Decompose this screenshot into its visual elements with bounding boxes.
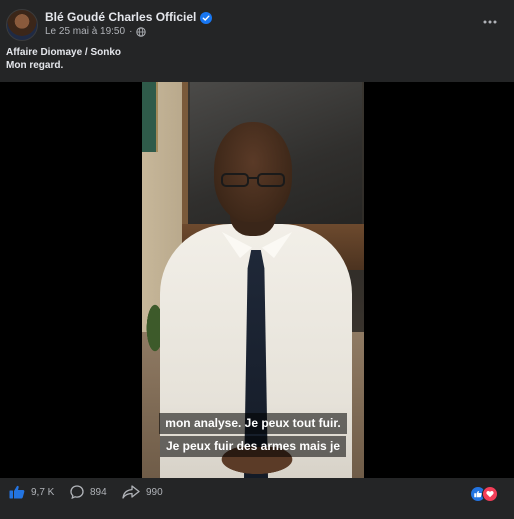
comments-stat[interactable]: 894 [70,485,107,499]
author-name[interactable]: Blé Goudé Charles Officiel [45,10,196,24]
post-meta: Le 25 mai à 19:50 · [45,26,147,37]
verified-badge-icon [200,11,213,24]
globe-icon [136,26,147,37]
comments-count: 894 [90,486,107,498]
post-caption: Affaire Diomaye / Sonko Mon regard. [6,46,121,72]
video-player[interactable]: mon analyse. Je peux tout fuir. Je peux … [0,82,514,478]
post-timestamp[interactable]: Le 25 mai à 19:50 [45,26,125,37]
caption-line-1: Affaire Diomaye / Sonko [6,47,122,58]
author-avatar[interactable] [6,9,38,41]
more-dots-icon [483,20,497,24]
like-thumb-icon [9,485,25,499]
shares-count: 990 [146,486,163,498]
post-header: Blé Goudé Charles Officiel Le 25 mai à 1… [0,0,514,44]
facebook-post: Blé Goudé Charles Officiel Le 25 mai à 1… [0,0,514,519]
subtitle-line-1: mon analyse. Je peux tout fuir. [159,413,347,434]
post-stats-bar: 9,7 K 894 990 [0,478,514,508]
likes-stat[interactable]: 9,7 K [9,485,54,499]
glasses [221,173,285,187]
video-frame[interactable]: mon analyse. Je peux tout fuir. Je peux … [142,82,364,478]
author-row: Blé Goudé Charles Officiel [45,10,213,24]
wall-picture [142,82,158,152]
more-options-button[interactable] [480,14,500,30]
comment-icon [70,485,84,499]
caption-line-2: Mon regard. [6,60,64,71]
subtitle-line-2: Je peux fuir des armes mais je [159,436,347,457]
video-subtitles: mon analyse. Je peux tout fuir. Je peux … [142,412,364,458]
likes-count: 9,7 K [31,486,55,498]
share-icon [122,485,140,499]
reaction-summary[interactable] [470,486,498,502]
love-reaction-icon [482,486,498,502]
shares-stat[interactable]: 990 [122,485,163,499]
